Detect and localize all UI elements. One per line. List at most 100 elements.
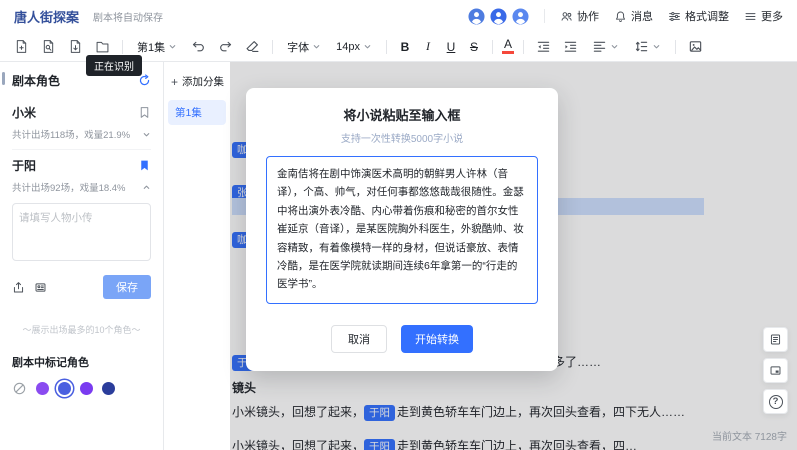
divider xyxy=(122,40,123,54)
import-doc-icon xyxy=(68,39,83,54)
folder-icon xyxy=(95,39,110,54)
cancel-button[interactable]: 取消 xyxy=(331,325,387,353)
episode-panel: + 添加分集 第1集 xyxy=(164,62,230,450)
chevron-down-icon xyxy=(168,42,177,51)
add-episode-label: 添加分集 xyxy=(182,74,224,89)
bookmark-icon[interactable] xyxy=(138,106,151,119)
strikethrough-button[interactable]: S xyxy=(465,40,483,54)
mark-color-dot[interactable] xyxy=(58,382,71,395)
bell-icon xyxy=(614,10,627,23)
chevron-down-icon xyxy=(363,42,372,51)
episode-dropdown-label: 第1集 xyxy=(137,39,165,55)
panel-handle[interactable] xyxy=(2,72,5,85)
episode-item[interactable]: 第1集 xyxy=(168,100,226,125)
indent-decrease-icon xyxy=(536,39,551,54)
app-title: 唐人街探案 xyxy=(14,7,79,26)
undo-icon xyxy=(191,39,206,54)
top-characters-note: ～展示出场最多的10个角色～ xyxy=(12,323,151,336)
refresh-icon[interactable] xyxy=(138,74,151,87)
mark-color-dot[interactable] xyxy=(36,382,49,395)
chevron-up-icon[interactable] xyxy=(142,183,151,192)
divider xyxy=(386,40,387,54)
outline-button[interactable] xyxy=(763,327,788,352)
avatar[interactable] xyxy=(512,8,529,25)
character-name: 于阳 xyxy=(12,157,36,174)
novel-paste-input[interactable]: 金南佶将在剧中饰演医术高明的朝鲜男人许林（音译），个高、帅气，对任何事都悠悠哉哉… xyxy=(266,156,538,304)
episode-dropdown[interactable]: 第1集 xyxy=(132,37,182,57)
messages-button[interactable]: 消息 xyxy=(614,8,653,24)
indent-increase-button[interactable] xyxy=(560,36,582,58)
chevron-down-icon[interactable] xyxy=(142,130,151,139)
paste-novel-modal: 将小说粘贴至输入框 支持一次性转换5000字小说 金南佶将在剧中饰演医术高明的朝… xyxy=(246,88,558,371)
chevron-down-icon xyxy=(652,42,661,51)
hamburger-icon xyxy=(744,10,757,23)
bold-button[interactable]: B xyxy=(396,40,414,54)
font-dropdown[interactable]: 字体 xyxy=(282,37,326,57)
divider xyxy=(272,40,273,54)
insert-image-button[interactable] xyxy=(685,36,707,58)
font-color-label: A xyxy=(504,39,512,50)
redo-icon xyxy=(218,39,233,54)
sidebar-title: 剧本角色 xyxy=(12,72,60,89)
undo-button[interactable] xyxy=(187,36,209,58)
italic-button[interactable]: I xyxy=(419,39,437,54)
collaborator-avatars[interactable] xyxy=(468,8,529,25)
import-script-button[interactable] xyxy=(64,36,86,58)
add-episode-button[interactable]: + 添加分集 xyxy=(168,71,226,92)
pip-icon xyxy=(769,364,782,377)
underline-button[interactable]: U xyxy=(442,40,460,54)
start-convert-button[interactable]: 开始转换 xyxy=(401,325,473,353)
character-stats: 共计出场92场，戏量18.4% xyxy=(12,180,126,194)
profile-card-icon[interactable] xyxy=(34,281,47,294)
chevron-down-icon xyxy=(312,42,321,51)
divider xyxy=(523,40,524,54)
collaborate-button[interactable]: 协作 xyxy=(560,8,599,24)
help-button[interactable]: ? xyxy=(763,389,788,414)
character-name: 小米 xyxy=(12,104,36,121)
format-adjust-button[interactable]: 格式调整 xyxy=(668,8,729,24)
autosave-note: 剧本将自动保存 xyxy=(93,9,163,24)
mark-color-dot[interactable] xyxy=(80,382,93,395)
line-spacing-icon xyxy=(634,39,649,54)
collaborate-label: 协作 xyxy=(577,8,599,24)
align-left-icon xyxy=(592,39,607,54)
scan-doc-icon xyxy=(41,39,56,54)
character-bio-input[interactable] xyxy=(12,203,151,261)
divider xyxy=(492,40,493,54)
format-adjust-label: 格式调整 xyxy=(685,8,729,24)
modal-subtitle: 支持一次性转换5000字小说 xyxy=(266,130,538,145)
divider xyxy=(675,40,676,54)
document-icon xyxy=(769,333,782,346)
recognize-script-button[interactable] xyxy=(37,36,59,58)
indent-increase-icon xyxy=(563,39,578,54)
clear-format-button[interactable] xyxy=(241,36,263,58)
modal-title: 将小说粘贴至输入框 xyxy=(266,105,538,124)
font-color-button[interactable]: A xyxy=(502,39,514,54)
mark-color-dot[interactable] xyxy=(102,382,115,395)
line-spacing-dropdown[interactable] xyxy=(629,37,666,56)
export-icon[interactable] xyxy=(12,281,25,294)
redo-button[interactable] xyxy=(214,36,236,58)
avatar[interactable] xyxy=(490,8,507,25)
character-item[interactable]: 小米 共计出场118场，戏量21.9% xyxy=(12,97,151,149)
more-button[interactable]: 更多 xyxy=(744,8,783,24)
collaborate-icon xyxy=(560,10,573,23)
align-dropdown[interactable] xyxy=(587,37,624,56)
new-script-button[interactable] xyxy=(10,36,32,58)
eraser-icon xyxy=(245,39,260,54)
help-icon: ? xyxy=(769,395,783,409)
indent-decrease-button[interactable] xyxy=(533,36,555,58)
save-button[interactable]: 保存 xyxy=(103,275,151,299)
bookmark-filled-icon[interactable] xyxy=(138,159,151,172)
fontsize-dropdown[interactable]: 14px xyxy=(331,39,377,55)
image-icon xyxy=(688,39,703,54)
mark-characters-title: 剧本中标记角色 xyxy=(12,354,151,370)
avatar[interactable] xyxy=(468,8,485,25)
divider xyxy=(544,9,545,23)
no-color-icon[interactable] xyxy=(12,381,27,396)
app-header: 唐人街探案 剧本将自动保存 协作 消息 格式调整 更多 xyxy=(0,0,797,32)
mini-window-button[interactable] xyxy=(763,358,788,383)
character-item[interactable]: 于阳 共计出场92场，戏量18.4% 保存 xyxy=(12,149,151,307)
more-label: 更多 xyxy=(761,8,783,24)
chevron-down-icon xyxy=(610,42,619,51)
